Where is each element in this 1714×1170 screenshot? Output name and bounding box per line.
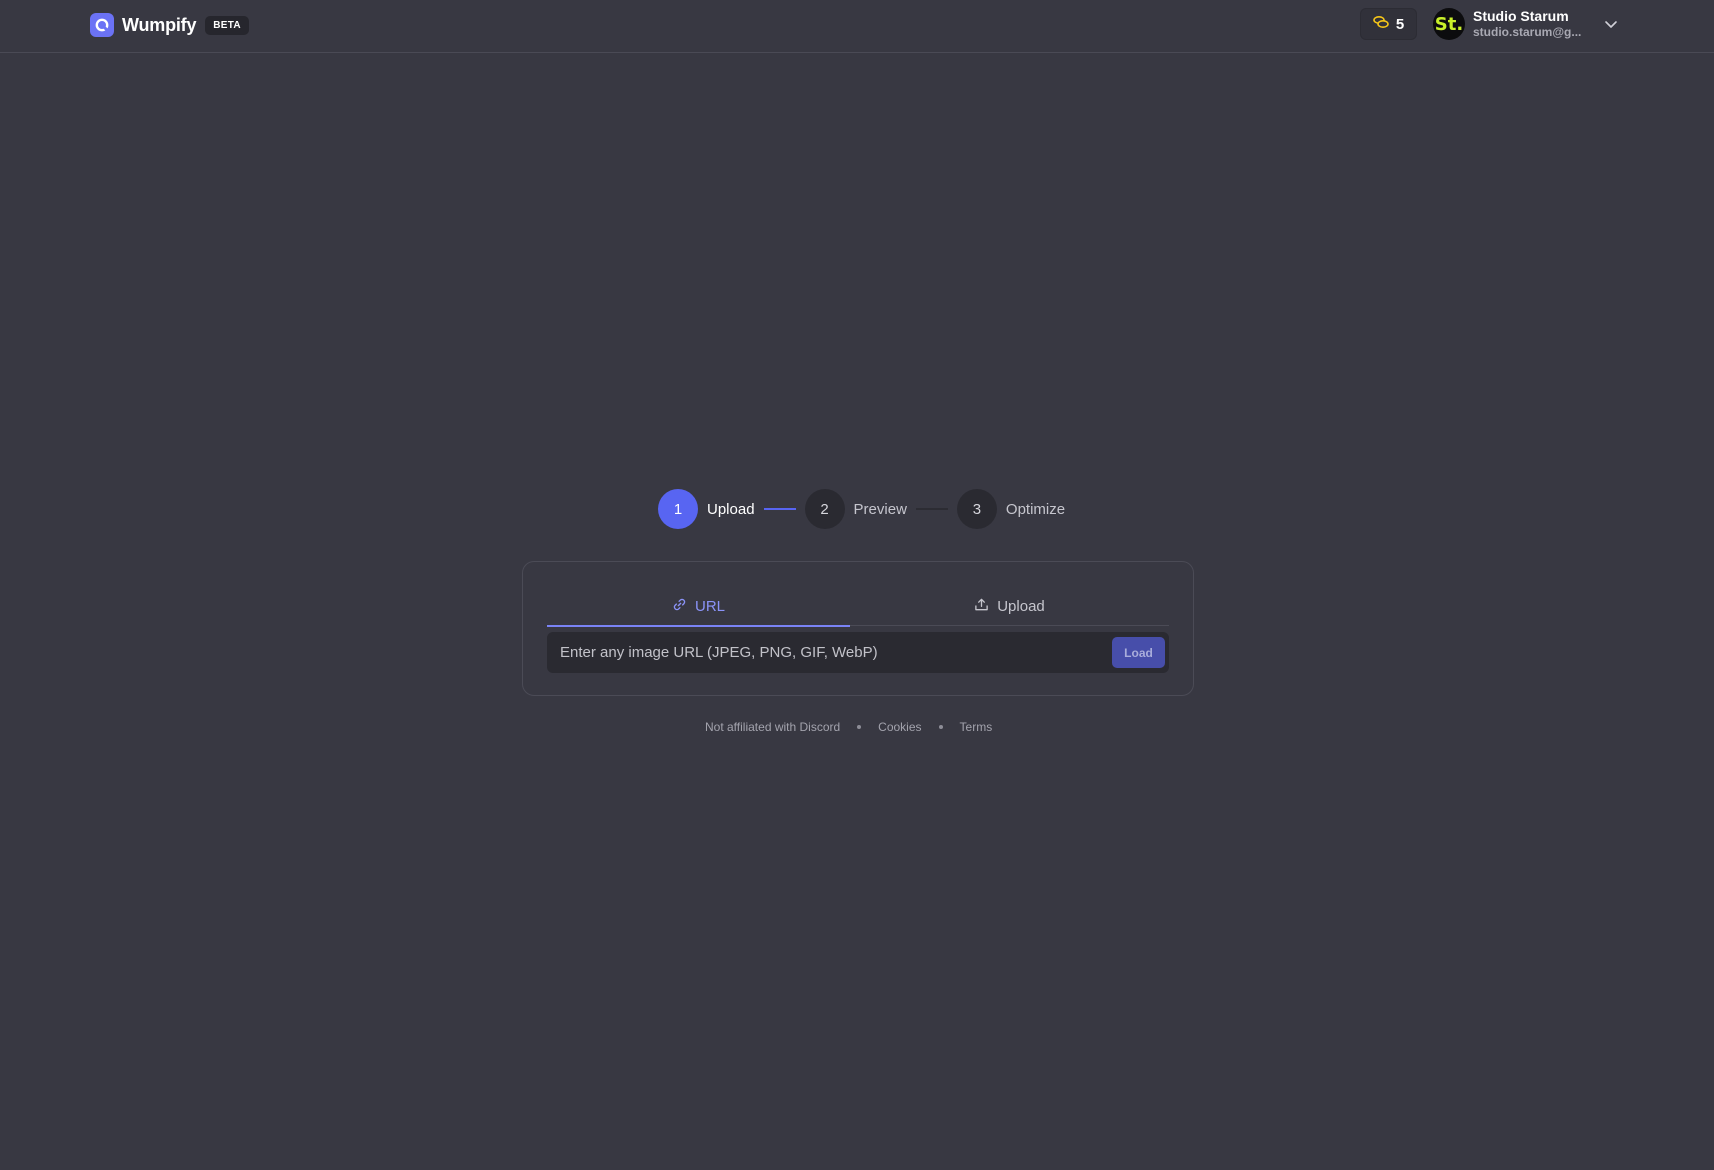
image-url-input[interactable]	[547, 632, 1107, 673]
credits-count: 5	[1395, 15, 1405, 33]
coins-icon	[1373, 15, 1389, 34]
url-input-group: Load	[547, 632, 1169, 673]
beta-badge: BETA	[205, 15, 249, 35]
load-button[interactable]: Load	[1112, 637, 1165, 668]
tab-label: URL	[694, 597, 725, 615]
source-tabs: URL Upload	[547, 586, 1169, 627]
avatar: St.	[1433, 8, 1465, 40]
step-number: 1	[658, 489, 698, 529]
step-connector	[763, 508, 796, 510]
tab-upload[interactable]: Upload	[850, 586, 1169, 626]
footer: Not affiliated with Discord Cookies Term…	[705, 719, 992, 735]
chevron-down-icon[interactable]	[1603, 16, 1619, 32]
step-connector	[915, 508, 948, 510]
step-number: 2	[804, 489, 845, 529]
step-upload: 1 Upload	[658, 489, 755, 529]
disclaimer-text: Not affiliated with Discord	[705, 720, 841, 734]
wumpify-logo-icon	[90, 13, 114, 37]
user-email: studio.starum@g...	[1473, 24, 1582, 39]
step-label: Optimize	[1005, 500, 1066, 518]
brand-name: Wumpify	[122, 14, 197, 35]
terms-link[interactable]: Terms	[960, 720, 993, 734]
tab-label: Upload	[997, 597, 1045, 615]
top-navbar: Wumpify BETA 5 St. Studio Starum studio.…	[0, 0, 1714, 53]
step-number: 3	[956, 489, 997, 529]
user-menu[interactable]: St. Studio Starum studio.starum@g...	[1433, 8, 1623, 40]
tab-url[interactable]: URL	[547, 586, 850, 627]
credits-button[interactable]: 5	[1360, 8, 1417, 40]
cookies-link[interactable]: Cookies	[878, 720, 921, 734]
user-name: Studio Starum	[1473, 7, 1569, 24]
step-label: Preview	[853, 500, 907, 518]
step-label: Upload	[707, 500, 755, 518]
progress-stepper: 1 Upload 2 Preview 3 Optimize	[658, 489, 1065, 529]
link-icon	[672, 597, 687, 616]
image-source-card: URL Upload Load	[522, 561, 1194, 696]
separator-dot	[938, 725, 943, 729]
upload-icon	[974, 597, 989, 616]
step-optimize: 3 Optimize	[956, 489, 1066, 529]
brand[interactable]: Wumpify BETA	[90, 13, 249, 37]
separator-dot	[857, 725, 862, 729]
step-preview: 2 Preview	[804, 489, 907, 529]
